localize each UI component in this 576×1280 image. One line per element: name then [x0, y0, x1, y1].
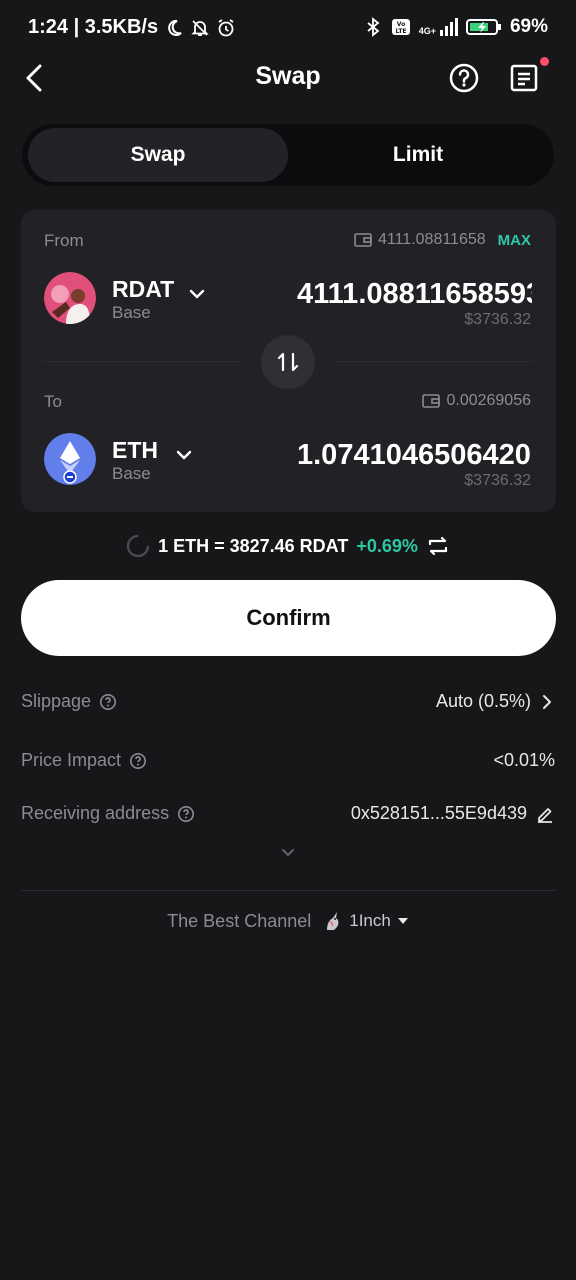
status-time-speed: 1:24 | 3.5KB/s: [28, 16, 159, 38]
switch-direction-button[interactable]: [257, 331, 319, 393]
network-type: 4G+: [418, 26, 436, 36]
battery-icon: [465, 19, 501, 35]
eth-token-icon[interactable]: [44, 433, 96, 485]
chevron-right-icon: [543, 694, 551, 709]
back-arrow-icon[interactable]: [18, 60, 54, 96]
bell-off-icon: [191, 19, 209, 36]
slippage-label: Slippage: [21, 691, 92, 711]
notification-dot: [540, 57, 549, 66]
rdat-token-icon[interactable]: [44, 272, 96, 324]
volte-icon: VoLTE: [391, 19, 410, 35]
receiving-address-value: 0x528151...55E9d439: [350, 803, 527, 823]
slippage-value: Auto (0.5%): [435, 691, 531, 711]
from-amount-input[interactable]: 4111.08811658593: [297, 278, 532, 311]
info-icon[interactable]: [177, 805, 195, 823]
confirm-button[interactable]: Confirm: [21, 580, 556, 656]
wallet-icon: [422, 394, 441, 408]
svg-text:Vo: Vo: [396, 21, 404, 28]
info-icon[interactable]: [99, 693, 117, 711]
best-channel-row: The Best Channel 1Inch: [0, 907, 576, 935]
moon-icon: [168, 19, 182, 36]
section-divider: [21, 890, 556, 891]
chevron-down-icon[interactable]: [174, 445, 194, 465]
to-balance-value: 0.00269056: [446, 392, 531, 409]
unicorn-icon: [327, 912, 339, 930]
signal-icon: 4G+: [419, 18, 458, 36]
orders-icon[interactable]: [508, 62, 540, 94]
channel-provider-selector[interactable]: 1Inch: [321, 910, 409, 932]
card-divider-left: [44, 361, 240, 362]
receiving-address-label-row: Receiving address: [21, 803, 195, 824]
edit-icon[interactable]: [535, 804, 555, 824]
max-button[interactable]: MAX: [498, 232, 531, 249]
caret-down-icon: [397, 918, 408, 924]
receiving-address[interactable]: 0x528151...55E9d439: [351, 803, 555, 824]
info-icon[interactable]: [129, 752, 147, 770]
slippage-setting[interactable]: Auto (0.5%): [436, 691, 555, 712]
status-right: Vo LTE 4G+ 69%: [363, 16, 548, 38]
to-label: To: [44, 392, 62, 411]
invert-rate-icon[interactable]: [426, 534, 450, 558]
receiving-address-label: Receiving address: [21, 803, 170, 823]
from-usd-value: $3736.32: [464, 311, 531, 328]
swap-mode-tabs: Swap Limit: [22, 124, 554, 186]
page-title: Swap: [255, 62, 321, 90]
chevron-down-icon[interactable]: [187, 284, 207, 304]
from-token-chain: Base: [112, 303, 151, 322]
tab-swap[interactable]: Swap: [28, 128, 288, 182]
svg-text:LTE: LTE: [395, 28, 406, 35]
exchange-rate-text: 1 ETH = 3827.46 RDAT: [158, 535, 349, 556]
exchange-rate-row: 1 ETH = 3827.46 RDAT +0.69%: [0, 532, 576, 560]
rate-change: +0.69%: [356, 535, 418, 556]
from-label: From: [44, 231, 84, 250]
bluetooth-icon: [367, 17, 380, 37]
price-impact-value: <0.01%: [493, 750, 555, 770]
help-icon[interactable]: [448, 62, 480, 94]
best-channel-label: The Best Channel: [167, 910, 312, 931]
to-usd-value: $3736.32: [464, 472, 531, 489]
slippage-label-row: Slippage: [21, 691, 117, 712]
status-left: 1:24 | 3.5KB/s: [28, 16, 236, 39]
card-divider-right: [336, 361, 532, 362]
from-balance: 4111.08811658 MAX: [354, 231, 531, 249]
status-bar: 1:24 | 3.5KB/s Vo LTE 4G+ 69%: [0, 0, 576, 56]
to-token-symbol[interactable]: ETH: [112, 437, 158, 464]
tab-limit[interactable]: Limit: [288, 128, 548, 182]
wallet-icon: [354, 233, 372, 247]
from-token-symbol[interactable]: RDAT: [112, 276, 174, 303]
battery-percent: 69%: [509, 16, 548, 37]
to-token-chain: Base: [112, 464, 151, 483]
channel-provider-name: 1Inch: [349, 911, 391, 930]
price-impact-label: Price Impact: [21, 750, 122, 770]
price-impact-label-row: Price Impact: [21, 750, 147, 771]
expand-chevron-icon[interactable]: [278, 842, 298, 862]
from-balance-value: 4111.08811658: [377, 231, 486, 248]
to-balance: 0.00269056: [422, 392, 531, 410]
alarm-icon: [218, 18, 234, 36]
to-amount-value: 1.07410465064201: [297, 439, 532, 471]
refresh-icon[interactable]: [126, 534, 150, 558]
swap-arrows-icon: [277, 352, 299, 372]
